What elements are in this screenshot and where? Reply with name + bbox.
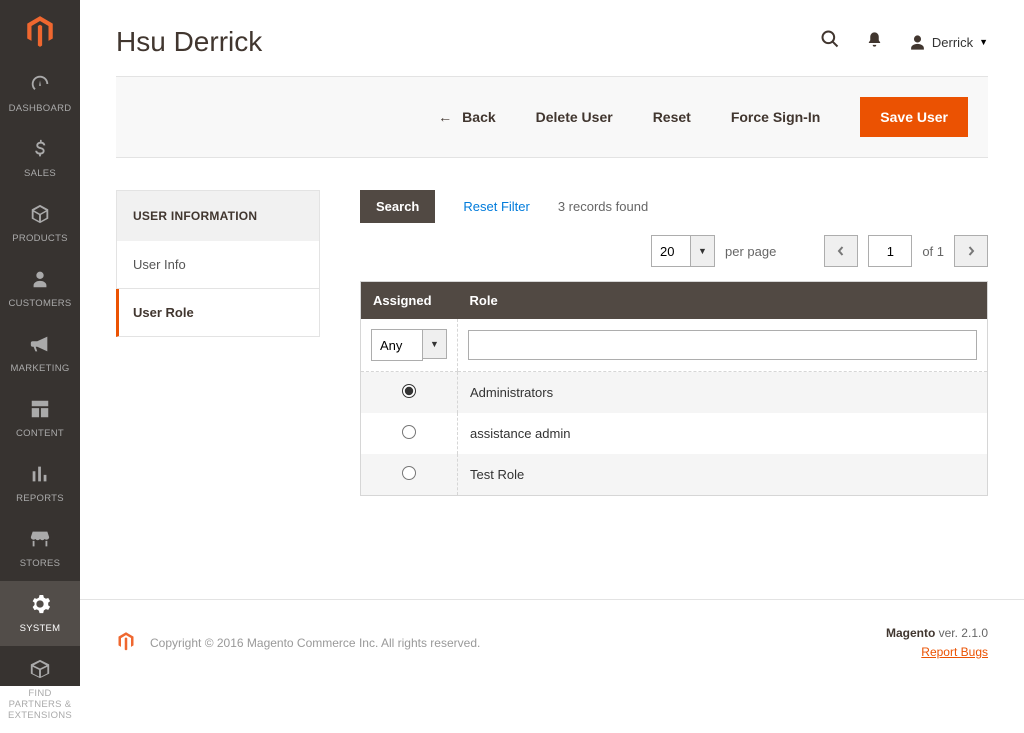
page-title: Hsu Derrick — [116, 26, 262, 58]
cube-icon — [2, 203, 78, 229]
action-toolbar: ← Back Delete User Reset Force Sign-In S… — [116, 76, 988, 158]
search-icon[interactable] — [820, 29, 840, 55]
chevron-down-icon[interactable]: ▼ — [423, 329, 447, 359]
next-page-button[interactable] — [954, 235, 988, 267]
table-row[interactable]: Test Role — [361, 454, 988, 496]
copyright-text: Copyright © 2016 Magento Commerce Inc. A… — [150, 636, 480, 650]
arrow-left-icon: ← — [438, 109, 452, 125]
notifications-icon[interactable] — [866, 31, 883, 54]
panel-title: USER INFORMATION — [116, 190, 320, 241]
report-bugs-link[interactable]: Report Bugs — [921, 645, 988, 659]
column-role[interactable]: Role — [458, 282, 988, 320]
page-header: Hsu Derrick Derrick ▼ — [80, 0, 1024, 76]
user-info-panel: USER INFORMATION User InfoUser Role — [116, 190, 320, 567]
reset-filter-link[interactable]: Reset Filter — [463, 199, 529, 214]
nav-item-sales[interactable]: Sales — [0, 126, 80, 191]
role-radio[interactable] — [402, 466, 416, 480]
table-row[interactable]: assistance admin — [361, 413, 988, 454]
role-cell: assistance admin — [458, 413, 988, 454]
page-input[interactable] — [868, 235, 912, 267]
magento-logo[interactable] — [23, 0, 57, 61]
person-icon — [909, 34, 926, 51]
nav-item-products[interactable]: Products — [0, 191, 80, 256]
chevron-down-icon[interactable]: ▼ — [691, 235, 715, 267]
role-filter-input[interactable] — [468, 330, 977, 360]
role-radio[interactable] — [402, 384, 416, 398]
nav-item-content[interactable]: Content — [0, 386, 80, 451]
table-row[interactable]: Administrators — [361, 372, 988, 414]
storefront-icon — [2, 528, 78, 554]
account-name: Derrick — [932, 35, 973, 50]
page-of-label: of 1 — [922, 244, 944, 259]
gauge-icon — [2, 73, 78, 99]
gear-icon — [2, 593, 78, 619]
role-cell: Administrators — [458, 372, 988, 414]
role-cell: Test Role — [458, 454, 988, 496]
megaphone-icon — [2, 333, 78, 359]
account-menu[interactable]: Derrick ▼ — [909, 34, 988, 51]
dollar-icon — [2, 138, 78, 164]
roles-grid: Assigned Role ▼ Administrat — [360, 281, 988, 496]
per-page-label: per page — [725, 244, 776, 259]
pager: ▼ per page of 1 — [651, 235, 988, 267]
nav-item-customers[interactable]: Customers — [0, 256, 80, 321]
person-icon — [2, 268, 78, 294]
nav-item-system[interactable]: System — [0, 581, 80, 646]
back-button[interactable]: ← Back — [438, 109, 495, 125]
nav-item-marketing[interactable]: Marketing — [0, 321, 80, 386]
magento-logo-icon — [116, 631, 136, 654]
tab-user-info[interactable]: User Info — [116, 241, 320, 289]
filter-row: ▼ — [361, 319, 988, 372]
search-button[interactable]: Search — [360, 190, 435, 223]
reset-button[interactable]: Reset — [653, 109, 691, 125]
nav-item-reports[interactable]: Reports — [0, 451, 80, 516]
save-user-button[interactable]: Save User — [860, 97, 968, 137]
nav-item-stores[interactable]: Stores — [0, 516, 80, 581]
role-radio[interactable] — [402, 425, 416, 439]
records-count: 3 records found — [558, 199, 648, 214]
prev-page-button[interactable] — [824, 235, 858, 267]
tab-user-role[interactable]: User Role — [116, 289, 320, 337]
chevron-down-icon: ▼ — [979, 37, 988, 47]
column-assigned[interactable]: Assigned — [361, 282, 458, 320]
package-icon — [2, 658, 78, 684]
delete-user-button[interactable]: Delete User — [536, 109, 613, 125]
chart-icon — [2, 463, 78, 489]
per-page-select[interactable] — [651, 235, 691, 267]
nav-item-dashboard[interactable]: Dashboard — [0, 61, 80, 126]
role-grid-section: Search Reset Filter 3 records found ▼ pe… — [360, 190, 988, 567]
admin-sidenav: DashboardSalesProductsCustomersMarketing… — [0, 0, 80, 686]
force-signin-button[interactable]: Force Sign-In — [731, 109, 820, 125]
assigned-filter-select[interactable] — [371, 329, 423, 361]
page-footer: Copyright © 2016 Magento Commerce Inc. A… — [80, 599, 1024, 686]
grid-controls: Search Reset Filter 3 records found ▼ pe… — [360, 190, 988, 267]
nav-item-find-partners-extensions[interactable]: Find Partners & Extensions — [0, 646, 80, 733]
layout-icon — [2, 398, 78, 424]
